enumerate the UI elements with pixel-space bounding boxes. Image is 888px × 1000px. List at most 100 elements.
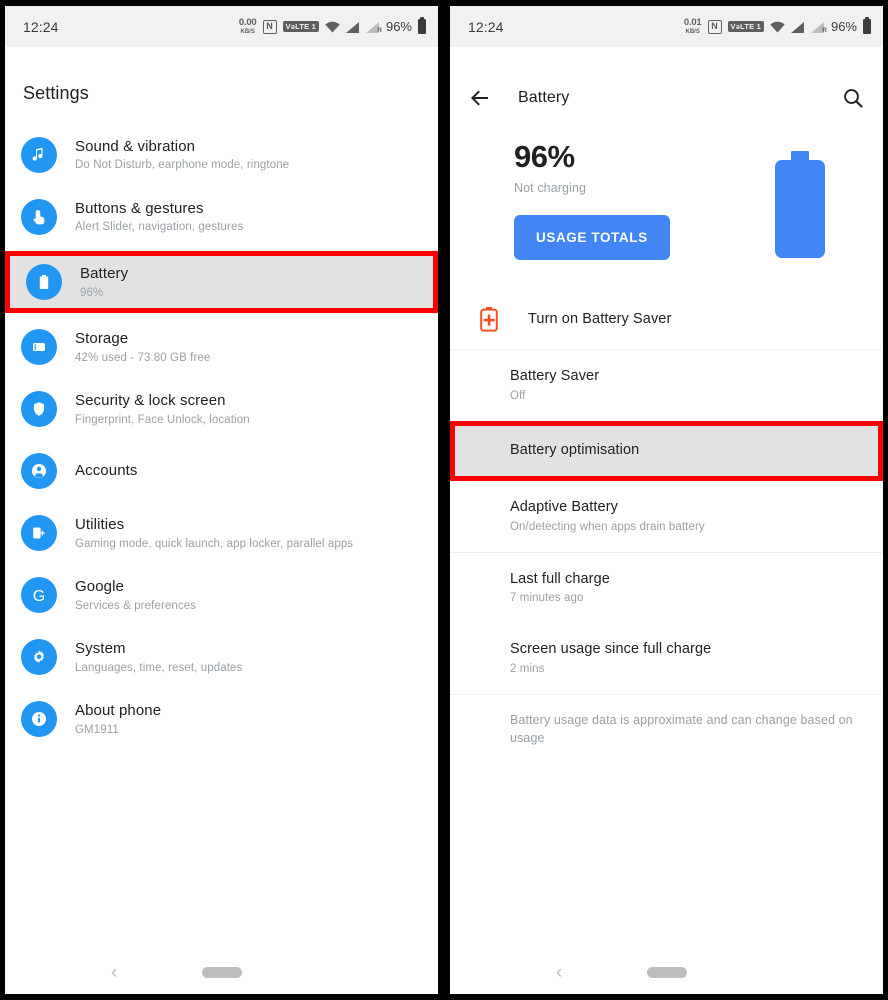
pref-item-sublabel: Off xyxy=(510,389,526,402)
tap-gesture-icon xyxy=(21,199,57,235)
sidebar-item-sublabel: Do Not Disturb, earphone mode, ringtone xyxy=(75,159,290,172)
sidebar-item-accounts[interactable]: Accounts xyxy=(5,440,438,502)
usage-totals-button[interactable]: USAGE TOTALS xyxy=(514,215,670,260)
status-bar-left: 12:24 0.00 KB/S N VǝLTE 1 R 96% xyxy=(5,6,438,47)
screenshot-pair: 12:24 0.00 KB/S N VǝLTE 1 R 96% Settings… xyxy=(0,0,888,1000)
sidebar-item-about-phone[interactable]: About phone GM1911 xyxy=(5,688,438,750)
battery-plus-icon xyxy=(478,306,500,332)
status-battery-percent: 96% xyxy=(385,19,412,34)
sidebar-item-label: Google xyxy=(75,578,124,596)
nfc-icon: N xyxy=(707,19,722,34)
turn-on-battery-saver-row[interactable]: Turn on Battery Saver xyxy=(450,289,883,349)
pref-item-label: Battery Saver xyxy=(510,368,600,384)
settings-content: Settings Sound & vibration Do Not Distur… xyxy=(5,47,438,950)
battery-percent-value: 96% xyxy=(514,139,575,174)
row-text: Battery 96% xyxy=(80,264,128,300)
network-speed-indicator: 0.01 KB/S xyxy=(684,18,702,35)
pref-item-sublabel: 2 mins xyxy=(510,663,545,676)
navigation-bar-left: ‹ xyxy=(5,950,438,994)
row-text: Sound & vibration Do Not Disturb, earpho… xyxy=(75,137,289,173)
shield-icon xyxy=(21,391,57,428)
sidebar-item-google[interactable]: G Google Services & preferences xyxy=(5,564,438,626)
status-battery-icon xyxy=(418,16,426,34)
pref-item-label: Battery optimisation xyxy=(510,442,640,459)
pref-item-label: Screen usage since full charge xyxy=(510,641,712,658)
sidebar-item-label: Accounts xyxy=(75,461,138,479)
status-icon-group: 0.01 KB/S N VǝLTE 1 R 96% xyxy=(684,16,871,35)
sidebar-item-utilities[interactable]: Utilities Gaming mode, quick launch, app… xyxy=(5,502,438,564)
sidebar-item-buttons-gestures[interactable]: Buttons & gestures Alert Slider, navigat… xyxy=(5,186,438,248)
sidebar-item-sublabel: GM1911 xyxy=(75,723,119,736)
pref-item-sublabel: On/detecting when apps drain battery xyxy=(510,520,705,533)
google-g-icon: G xyxy=(21,577,57,614)
battery-summary-text: 96% Not charging USAGE TOTALS xyxy=(470,141,767,260)
info-icon xyxy=(21,701,57,738)
sidebar-item-security-lock-screen[interactable]: Security & lock screen Fingerprint, Face… xyxy=(5,378,438,440)
volte-icon: VǝLTE 1 xyxy=(727,20,764,33)
music-note-icon xyxy=(21,137,57,173)
network-speed-value: 0.01 xyxy=(683,17,702,29)
svg-text:G: G xyxy=(33,588,45,605)
row-text: Google Services & preferences xyxy=(75,577,196,613)
status-time: 12:24 xyxy=(23,18,59,35)
battery-phone-screen: 12:24 0.01 KB/S N VǝLTE 1 R 96% Battery … xyxy=(450,6,883,994)
nav-back-icon[interactable]: ‹ xyxy=(111,963,117,982)
sidebar-item-label: Battery xyxy=(80,265,129,282)
home-indicator-icon[interactable] xyxy=(646,966,687,978)
row-text: Storage 42% used - 73.80 GB free xyxy=(75,329,210,365)
pref-item-battery-saver[interactable]: Battery Saver Off xyxy=(450,350,883,421)
sidebar-item-battery[interactable]: Battery 96% xyxy=(5,251,438,314)
sidebar-item-label: System xyxy=(75,640,126,658)
search-icon[interactable] xyxy=(841,86,865,110)
pref-item-last-full-charge[interactable]: Last full charge 7 minutes ago xyxy=(450,553,883,624)
battery-full-icon xyxy=(767,151,831,261)
nav-back-icon[interactable]: ‹ xyxy=(556,963,562,982)
nfc-icon: N xyxy=(262,19,277,34)
settings-list: Sound & vibration Do Not Disturb, earpho… xyxy=(5,104,438,750)
sidebar-item-sublabel: Services & preferences xyxy=(75,599,197,612)
sidebar-item-sublabel: 96% xyxy=(80,286,104,299)
sidebar-item-sound-vibration[interactable]: Sound & vibration Do Not Disturb, earpho… xyxy=(5,124,438,186)
status-bar-right: 12:24 0.01 KB/S N VǝLTE 1 R 96% xyxy=(450,6,883,47)
status-battery-percent: 96% xyxy=(830,19,857,34)
status-icon-group: 0.00 KB/S N VǝLTE 1 R 96% xyxy=(238,16,426,35)
wifi-icon xyxy=(770,21,785,33)
network-speed-unit: KB/S xyxy=(685,28,700,35)
pref-item-adaptive-battery[interactable]: Adaptive Battery On/detecting when apps … xyxy=(450,481,883,552)
home-indicator-icon[interactable] xyxy=(201,966,242,978)
sidebar-item-sublabel: Languages, time, reset, updates xyxy=(75,661,243,674)
row-text: Security & lock screen Fingerprint, Face… xyxy=(75,391,250,427)
sidebar-item-label: Security & lock screen xyxy=(75,392,226,410)
pref-item-sublabel: 7 minutes ago xyxy=(510,592,584,605)
row-text: About phone GM1911 xyxy=(75,701,161,737)
sidebar-item-label: Utilities xyxy=(75,516,125,534)
sidebar-item-sublabel: Gaming mode, quick launch, app locker, p… xyxy=(75,537,354,550)
sidebar-item-label: About phone xyxy=(75,702,162,720)
settings-phone-screen: 12:24 0.00 KB/S N VǝLTE 1 R 96% Settings… xyxy=(5,6,438,994)
roaming-indicator: R xyxy=(822,26,827,34)
signal-strength-icon-2-roaming: R xyxy=(365,21,382,34)
sidebar-item-system[interactable]: System Languages, time, reset, updates xyxy=(5,626,438,688)
battery-icon xyxy=(26,264,62,301)
account-person-icon xyxy=(21,453,57,490)
battery-summary: 96% Not charging USAGE TOTALS xyxy=(450,119,883,289)
pref-item-battery-optimisation[interactable]: Battery optimisation xyxy=(450,420,883,481)
battery-content: Battery 96% Not charging USAGE TOTALS Tu… xyxy=(450,47,883,950)
gear-icon xyxy=(21,639,57,676)
battery-usage-footnote: Battery usage data is approximate and ca… xyxy=(510,713,853,746)
row-text: Utilities Gaming mode, quick launch, app… xyxy=(75,515,353,551)
status-time: 12:24 xyxy=(468,18,504,35)
network-speed-value: 0.00 xyxy=(238,17,257,29)
sidebar-item-sublabel: 42% used - 73.80 GB free xyxy=(75,351,211,364)
sidebar-item-storage[interactable]: Storage 42% used - 73.80 GB free xyxy=(5,316,438,378)
page-title: Battery xyxy=(518,89,570,106)
sidebar-item-sublabel: Alert Slider, navigation, gestures xyxy=(75,221,244,234)
back-arrow-icon[interactable] xyxy=(468,86,492,110)
pref-item-screen-usage[interactable]: Screen usage since full charge 2 mins xyxy=(450,623,883,694)
storage-disk-icon xyxy=(21,329,57,366)
pref-item-label: Adaptive Battery xyxy=(510,498,618,515)
row-text: Accounts xyxy=(75,461,138,483)
row-text: System Languages, time, reset, updates xyxy=(75,639,242,675)
volte-icon: VǝLTE 1 xyxy=(282,20,319,33)
turn-on-battery-saver-label: Turn on Battery Saver xyxy=(528,311,672,327)
